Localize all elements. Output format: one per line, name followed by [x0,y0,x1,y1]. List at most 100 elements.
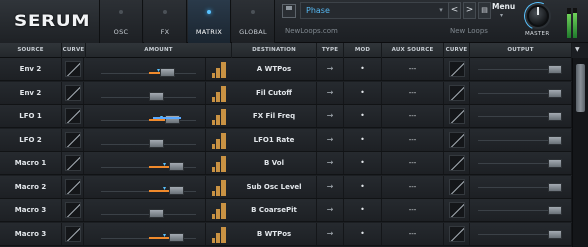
mod-destination[interactable]: B CoarsePit [232,199,317,221]
aux-source[interactable]: --- [382,128,444,151]
type-toggle[interactable]: → [317,152,344,174]
aux-source[interactable]: --- [382,152,444,174]
slider-thumb[interactable] [149,209,164,218]
amount-slider[interactable]: ▾ [86,222,206,245]
preset-name-field[interactable]: Phase [300,2,450,19]
slider-thumb[interactable] [548,88,562,98]
type-toggle[interactable]: → [317,128,344,151]
bipolar-toggle[interactable] [208,61,228,78]
save-icon[interactable] [282,4,296,18]
slider-thumb[interactable] [548,182,562,192]
tab-global[interactable]: GLOBAL [232,0,275,43]
curve-cell[interactable] [62,128,84,151]
prev-preset-button[interactable]: < [448,2,461,19]
output-slider[interactable] [470,199,572,221]
slider-thumb[interactable] [149,138,164,148]
amount-slider[interactable]: ▾ [86,199,206,221]
mod-indicator[interactable]: • [344,175,382,198]
mod-indicator[interactable]: • [344,58,382,80]
aux-source[interactable]: --- [382,81,444,104]
mod-destination[interactable]: FX Fil Freq [232,105,317,127]
aux-source[interactable]: --- [382,199,444,221]
aux-source[interactable]: --- [382,222,444,245]
slider-thumb[interactable] [169,232,184,242]
curve-cell[interactable] [62,105,84,127]
aux-curve-cell[interactable] [444,105,470,127]
mod-destination[interactable]: A WTPos [232,58,317,80]
aux-curve-cell[interactable] [444,81,470,104]
aux-curve-cell[interactable] [444,222,470,245]
amount-slider[interactable]: ▾ [86,81,206,104]
type-toggle[interactable]: → [317,105,344,127]
mod-destination[interactable]: Sub Osc Level [232,175,317,198]
bipolar-toggle[interactable] [208,202,228,219]
mod-destination[interactable]: B WTPos [232,222,317,245]
output-slider[interactable] [470,152,572,174]
chevron-down-icon[interactable]: ▾ [435,2,447,19]
slider-thumb[interactable] [548,159,562,168]
aux-curve-cell[interactable] [444,128,470,151]
mod-indicator[interactable]: • [344,128,382,151]
mod-indicator[interactable]: • [344,222,382,245]
mod-source[interactable]: Env 2 [0,81,62,104]
aux-curve-cell[interactable] [444,199,470,221]
amount-slider[interactable]: ▾ [86,175,206,198]
bipolar-toggle[interactable] [208,108,228,125]
type-toggle[interactable]: → [317,222,344,245]
type-toggle[interactable]: → [317,175,344,198]
slider-thumb[interactable] [548,135,562,145]
slider-thumb[interactable] [169,185,184,195]
mod-indicator[interactable]: • [344,105,382,127]
curve-cell[interactable] [62,175,84,198]
scrollbar[interactable] [572,58,588,247]
bipolar-toggle[interactable] [208,85,228,102]
type-toggle[interactable]: → [317,58,344,80]
mod-indicator[interactable]: • [344,81,382,104]
amount-slider[interactable]: ▾ [86,105,206,127]
mod-source[interactable]: Macro 3 [0,199,62,221]
mod-source[interactable]: LFO 2 [0,128,62,151]
aux-source[interactable]: --- [382,58,444,80]
bipolar-toggle[interactable] [208,226,228,243]
mod-destination[interactable]: Fil Cutoff [232,81,317,104]
curve-cell[interactable] [62,81,84,104]
slider-thumb[interactable] [548,112,562,121]
slider-thumb[interactable] [160,68,175,77]
aux-curve-cell[interactable] [444,152,470,174]
output-slider[interactable] [470,105,572,127]
curve-cell[interactable] [62,199,84,221]
slider-thumb[interactable] [169,162,184,171]
curve-cell[interactable] [62,58,84,80]
bipolar-toggle[interactable] [208,179,228,196]
aux-source[interactable]: --- [382,175,444,198]
mod-source[interactable]: Macro 3 [0,222,62,245]
mod-destination[interactable]: LFO1 Rate [232,128,317,151]
output-slider[interactable] [470,128,572,151]
type-toggle[interactable]: → [317,199,344,221]
aux-source[interactable]: --- [382,105,444,127]
mod-indicator[interactable]: • [344,199,382,221]
output-slider[interactable] [470,81,572,104]
amount-slider[interactable]: ▾ [86,58,206,80]
tab-matrix[interactable]: MATRIX [188,0,231,43]
menu-button[interactable]: Menu ▾ [492,2,515,19]
mod-source[interactable]: Macro 1 [0,152,62,174]
output-slider[interactable] [470,58,572,80]
chevron-down-icon[interactable]: ▼ [575,46,580,53]
amount-slider[interactable]: ▾ [86,152,206,174]
mod-source[interactable]: Macro 2 [0,175,62,198]
next-preset-button[interactable]: > [463,2,476,19]
mod-source[interactable]: Env 2 [0,58,62,80]
mod-indicator[interactable]: • [344,152,382,174]
amount-slider[interactable]: ▾ [86,128,206,151]
slider-thumb[interactable] [548,206,562,215]
bipolar-toggle[interactable] [208,155,228,172]
curve-cell[interactable] [62,222,84,245]
output-slider[interactable] [470,222,572,245]
bipolar-toggle[interactable] [208,132,228,149]
mod-source[interactable]: LFO 1 [0,105,62,127]
mod-destination[interactable]: B Vol [232,152,317,174]
type-toggle[interactable]: → [317,81,344,104]
aux-curve-cell[interactable] [444,58,470,80]
aux-curve-cell[interactable] [444,175,470,198]
